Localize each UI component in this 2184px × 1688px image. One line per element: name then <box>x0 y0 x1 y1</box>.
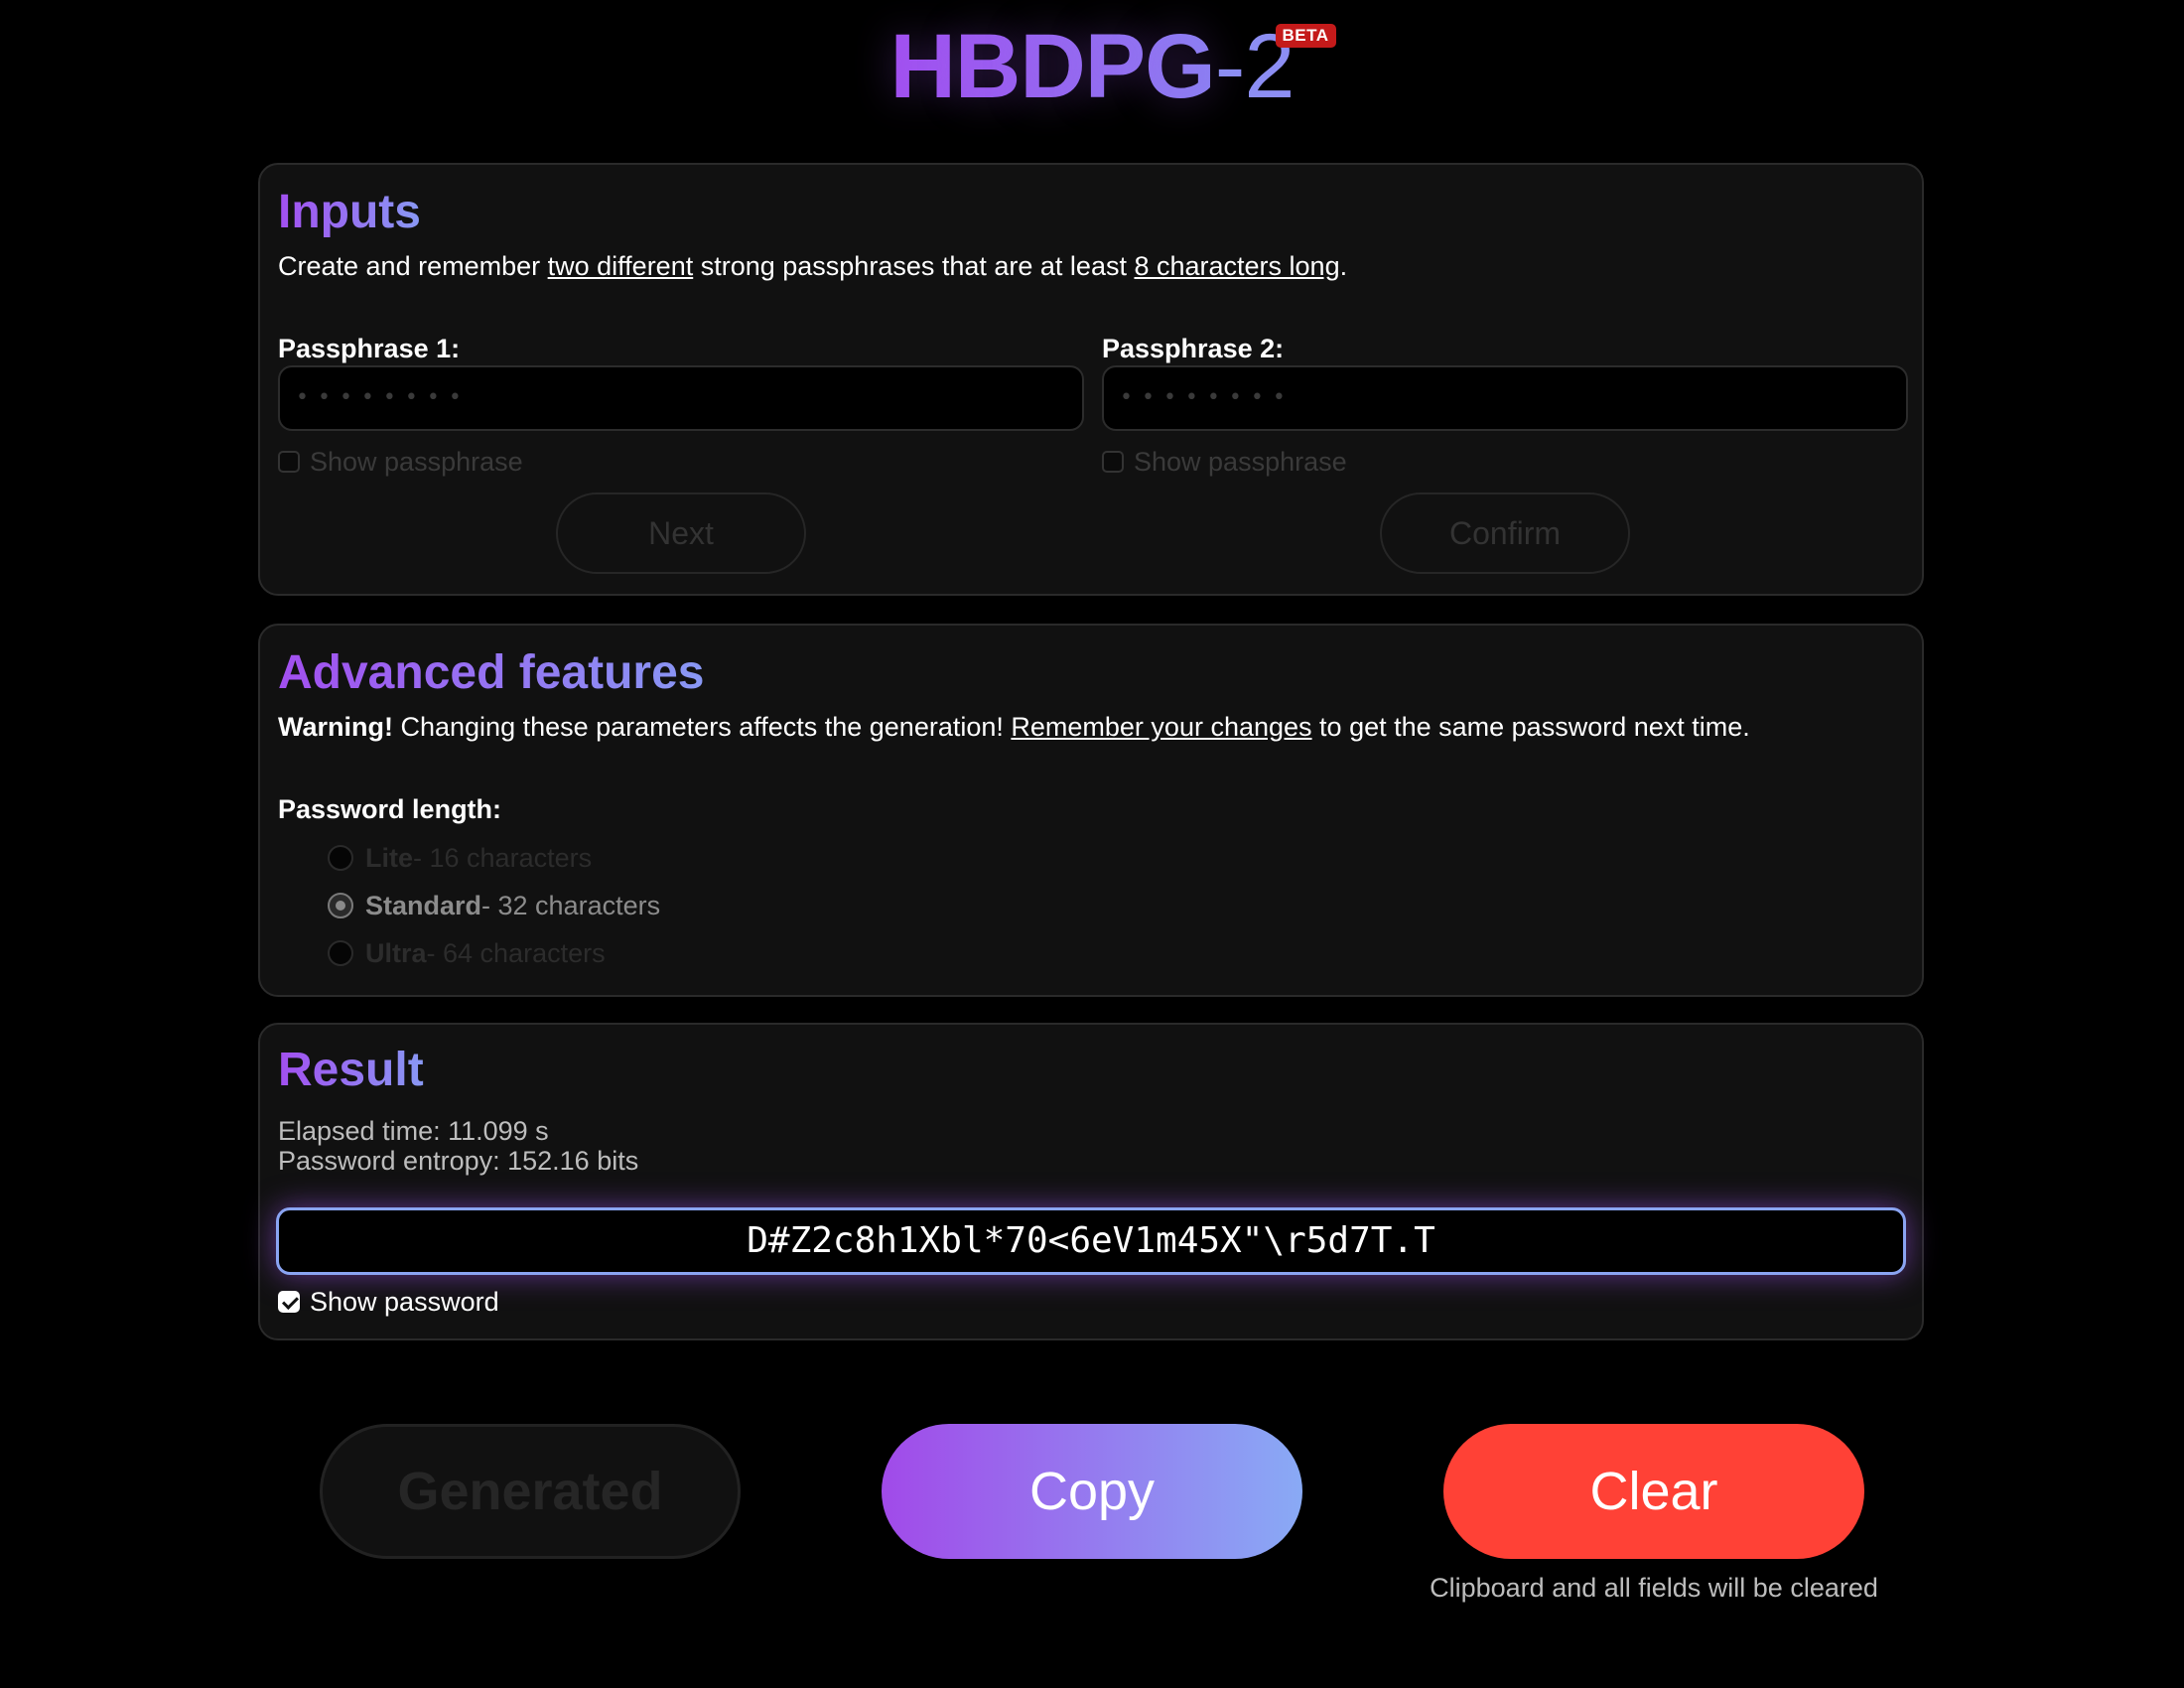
radio-lite[interactable] <box>328 845 353 871</box>
radio-standard[interactable] <box>328 893 353 918</box>
logo-name: HBDPG <box>889 16 1215 117</box>
inputs-title: Inputs <box>278 183 421 242</box>
warning-emphasis: Remember your changes <box>1011 712 1312 742</box>
page: HBDPG-2 BETA Inputs Create and remember … <box>0 0 2184 1688</box>
passphrase2-show-checkbox[interactable] <box>1102 451 1124 473</box>
result-title: Result <box>278 1041 424 1100</box>
warning-text: Changing these parameters affects the ge… <box>392 712 1012 742</box>
length-option-desc: - 64 characters <box>426 937 606 968</box>
length-option-lite[interactable]: Lite - 16 characters <box>328 838 592 878</box>
passphrase1-label: Passphrase 1: <box>278 334 461 363</box>
passphrase2-show-toggle[interactable]: Show passphrase <box>1102 445 1347 479</box>
length-option-standard[interactable]: Standard - 32 characters <box>328 886 660 925</box>
next-button[interactable]: Next <box>556 492 806 574</box>
advanced-card: Advanced features Warning! Changing thes… <box>258 624 1924 997</box>
show-password-checkbox[interactable] <box>278 1291 300 1313</box>
length-option-desc: - 16 characters <box>413 842 593 873</box>
password-entropy: Password entropy: 152.16 bits <box>278 1146 639 1176</box>
advanced-title: Advanced features <box>278 643 705 703</box>
show-password-toggle[interactable]: Show password <box>278 1285 499 1319</box>
generated-button[interactable]: Generated <box>320 1424 741 1559</box>
passphrase2-show-label: Show passphrase <box>1134 446 1347 477</box>
password-length-label: Password length: <box>278 794 502 824</box>
length-option-ultra[interactable]: Ultra - 64 characters <box>328 933 606 973</box>
result-card: Result Elapsed time: 11.099 s Password e… <box>258 1023 1924 1340</box>
clear-button[interactable]: Clear <box>1443 1424 1864 1559</box>
advanced-warning: Warning! Changing these parameters affec… <box>278 709 1750 745</box>
warning-text: to get the same password next time. <box>1311 712 1750 742</box>
show-password-label: Show password <box>310 1286 499 1317</box>
desc-emphasis-length: 8 characters long <box>1134 251 1340 281</box>
passphrase1-show-toggle[interactable]: Show passphrase <box>278 445 523 479</box>
radio-ultra[interactable] <box>328 940 353 966</box>
beta-badge: BETA <box>1275 24 1336 48</box>
desc-text: . <box>1339 251 1348 281</box>
length-option-name: Standard <box>365 890 482 920</box>
length-option-name: Lite <box>365 842 414 873</box>
length-option-desc: - 32 characters <box>481 890 661 920</box>
confirm-button[interactable]: Confirm <box>1380 492 1630 574</box>
elapsed-time: Elapsed time: 11.099 s <box>278 1116 549 1146</box>
warning-label: Warning! <box>278 712 393 742</box>
passphrase2-label: Passphrase 2: <box>1102 334 1285 363</box>
length-option-name: Ultra <box>365 937 427 968</box>
passphrase1-input[interactable]: •••••••• <box>278 365 1084 431</box>
password-output[interactable]: D#Z2c8h1Xbl*70<6eV1m45X"\r5d7T.T <box>276 1207 1906 1275</box>
logo-dash: - <box>1214 16 1246 117</box>
inputs-card: Inputs Create and remember two different… <box>258 163 1924 596</box>
passphrase2-input[interactable]: •••••••• <box>1102 365 1908 431</box>
inputs-description: Create and remember two different strong… <box>278 248 1347 284</box>
copy-button[interactable]: Copy <box>882 1424 1302 1559</box>
passphrase1-show-label: Show passphrase <box>310 446 523 477</box>
passphrase1-show-checkbox[interactable] <box>278 451 300 473</box>
desc-emphasis-two-different: two different <box>547 251 694 281</box>
desc-text: strong passphrases that are at least <box>693 251 1135 281</box>
logo-wordmark: HBDPG-2 BETA <box>889 12 1336 121</box>
clear-note: Clipboard and all fields will be cleared <box>1430 1573 1878 1603</box>
desc-text: Create and remember <box>278 251 548 281</box>
app-logo: HBDPG-2 BETA <box>0 12 2184 121</box>
